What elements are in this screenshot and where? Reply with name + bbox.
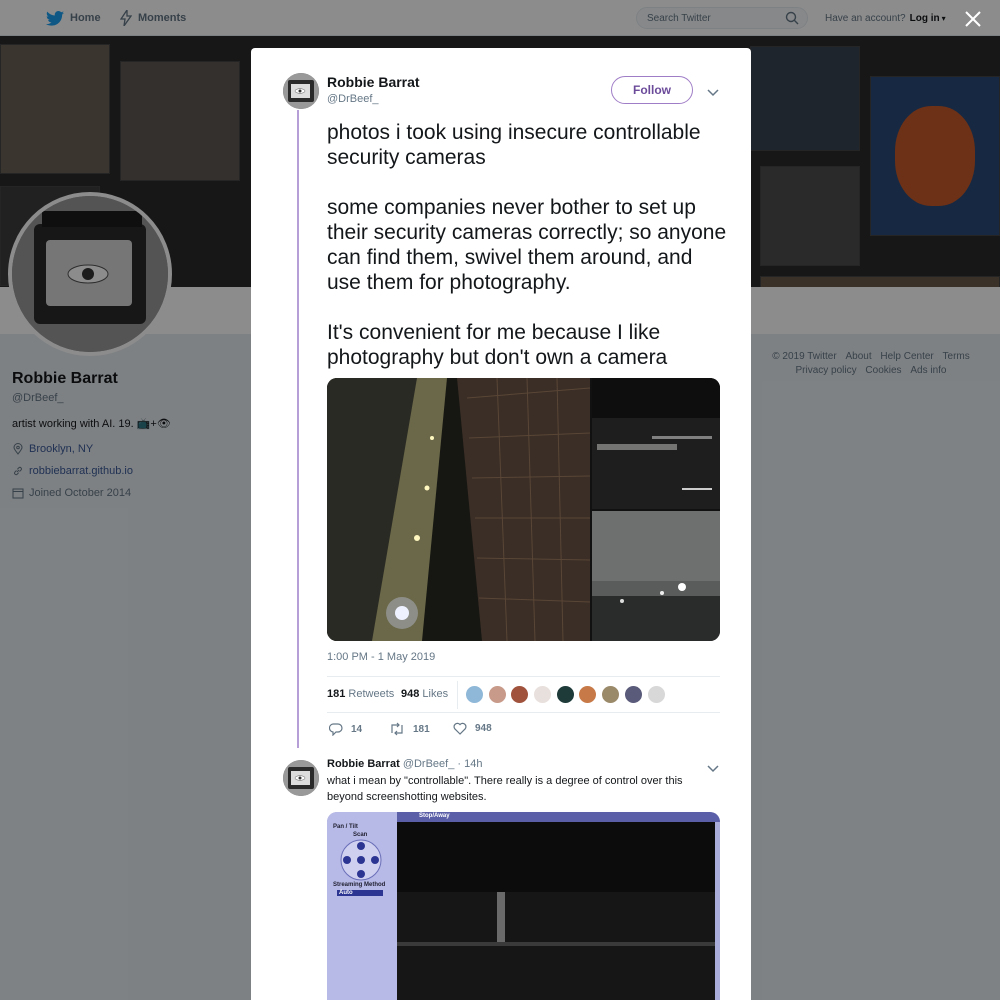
reply-author-handle[interactable]: @DrBeef_: [403, 758, 455, 770]
retweet-icon: [389, 722, 405, 736]
reply-author-avatar[interactable]: [283, 760, 319, 796]
retweet-button[interactable]: 181: [389, 722, 430, 736]
likes-count: 948: [401, 688, 420, 700]
stats-divider: [457, 681, 458, 709]
retweets-count: 181: [327, 688, 346, 700]
tweet-photo-2[interactable]: [592, 378, 720, 509]
like-count: 948: [475, 723, 492, 734]
liker-avatar[interactable]: [623, 685, 643, 704]
close-icon[interactable]: [962, 8, 984, 30]
camera-control-panel: Pan / Tilt Scan Streaming Method Auto: [327, 812, 397, 1000]
liker-avatar[interactable]: [646, 685, 666, 704]
tweet-stats: 181 Retweets 948 Likes: [327, 676, 720, 713]
reply-header: Robbie Barrat @DrBeef_ · 14h: [327, 758, 482, 770]
tweet-author-handle[interactable]: @DrBeef_: [327, 93, 379, 105]
reply-icon: [329, 722, 343, 736]
camera-video-feed: [397, 822, 715, 1000]
liker-avatar[interactable]: [465, 685, 484, 704]
tweet-photo-3[interactable]: [592, 511, 720, 641]
tweet-photo-1[interactable]: [327, 378, 591, 641]
liker-avatar[interactable]: [578, 685, 598, 704]
likes-stat[interactable]: 948 Likes: [401, 688, 448, 700]
tweet-modal: Robbie Barrat @DrBeef_ Follow photos i t…: [251, 48, 751, 1000]
reply-author-name[interactable]: Robbie Barrat: [327, 758, 400, 770]
tweet-text: photos i took using insecure controllabl…: [327, 121, 727, 369]
liker-avatar[interactable]: [533, 685, 553, 704]
liker-avatar[interactable]: [555, 685, 575, 704]
stop-away-label: Stop/Away: [419, 813, 450, 819]
tweet-author-avatar[interactable]: [283, 73, 319, 109]
camera-toolbar: Stop/Away: [397, 812, 720, 822]
liker-avatar[interactable]: [487, 685, 507, 704]
tweet-media-grid: [327, 378, 720, 641]
reply-time[interactable]: · 14h: [457, 758, 482, 770]
like-button[interactable]: 948: [453, 722, 492, 735]
dpad-icon: [340, 839, 382, 881]
reply-chevron-down-icon[interactable]: [707, 760, 719, 778]
thread-line: [297, 110, 299, 748]
heart-icon: [453, 722, 467, 735]
chevron-down-icon[interactable]: [707, 84, 719, 102]
liker-avatar[interactable]: [510, 685, 530, 704]
liker-avatar[interactable]: [601, 685, 621, 704]
reply-text: what i mean by "controllable". There rea…: [327, 775, 683, 803]
pan-tilt-label: Pan / Tilt: [333, 824, 358, 830]
streaming-label: Streaming Method: [333, 882, 386, 888]
retweets-label: Retweets: [348, 688, 395, 700]
tweet-timestamp[interactable]: 1:00 PM - 1 May 2019: [327, 651, 435, 663]
liker-avatars: [465, 685, 669, 704]
retweets-stat[interactable]: 181 Retweets: [327, 688, 394, 700]
auto-select: Auto: [337, 890, 383, 896]
tweet-author-name[interactable]: Robbie Barrat: [327, 74, 420, 90]
reply-count: 14: [351, 723, 363, 735]
retweet-count: 181: [413, 723, 430, 735]
reply-media[interactable]: Pan / Tilt Scan Streaming Method Auto St…: [327, 812, 720, 1000]
likes-label: Likes: [422, 688, 449, 700]
reply-button[interactable]: 14: [329, 722, 362, 736]
tweet-actions: 14 181 948: [327, 722, 627, 738]
follow-button[interactable]: Follow: [611, 76, 693, 104]
